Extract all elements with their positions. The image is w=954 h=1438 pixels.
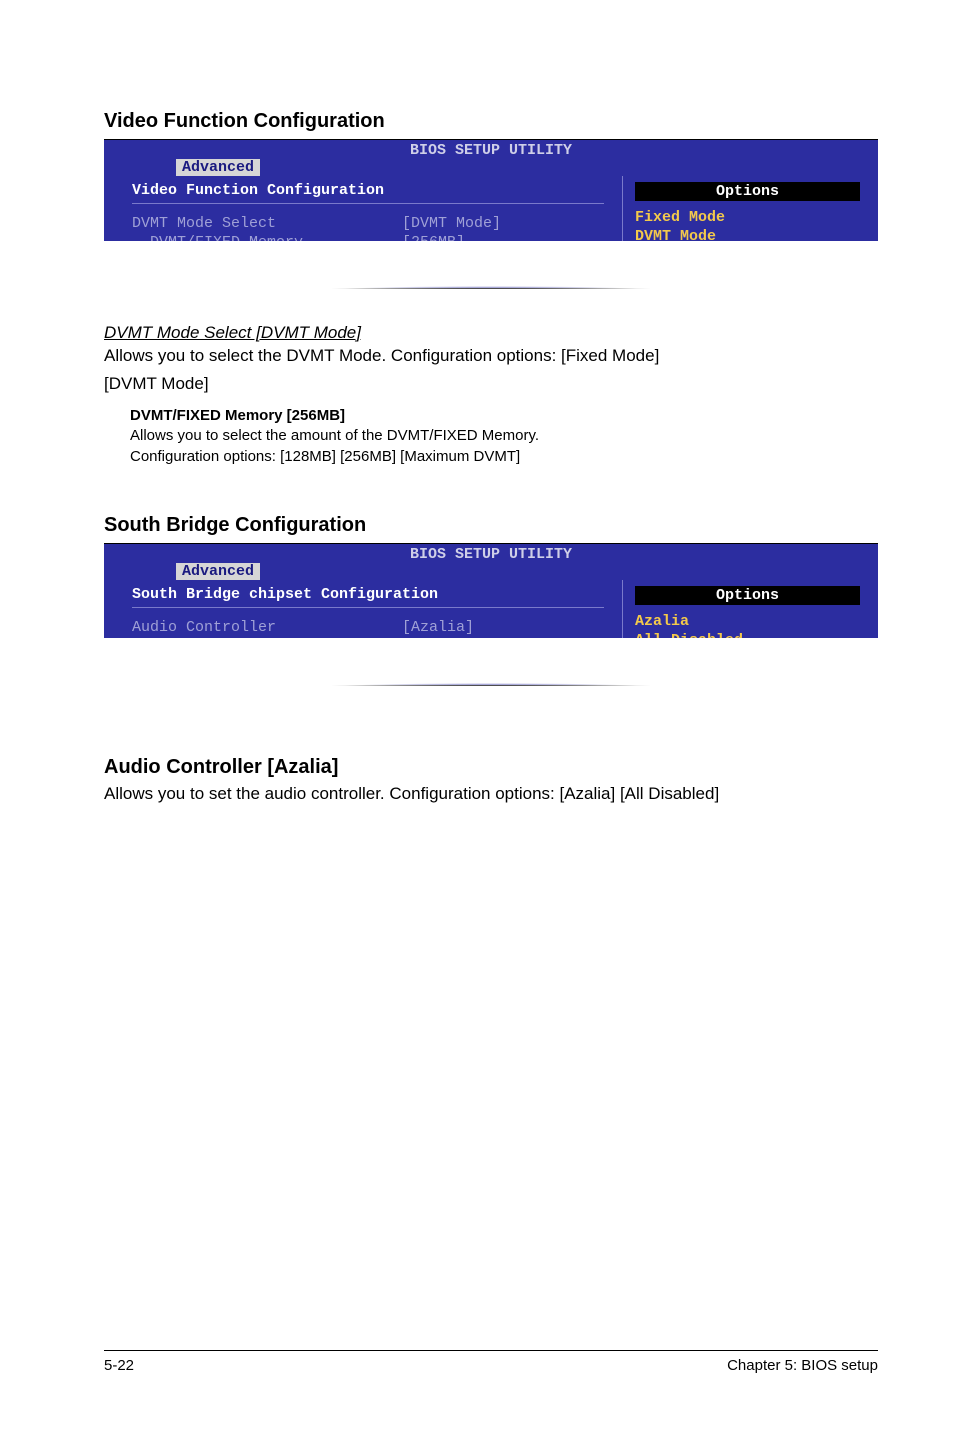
paragraph: Allows you to select the amount of the D… xyxy=(130,426,878,445)
bios-option: All Disabled xyxy=(635,632,860,649)
heading-south-bridge-configuration: South Bridge Configuration xyxy=(104,514,878,537)
page: Video Function Configuration BIOS SETUP … xyxy=(0,0,954,1438)
bios-body: Video Function Configuration DVMT Mode S… xyxy=(104,176,878,288)
bios-row: DVMT/FIXED Memory [256MB] xyxy=(132,233,604,252)
bios-row: Audio Controller [Azalia] xyxy=(132,618,604,637)
bios-row-value: [DVMT Mode] xyxy=(402,215,501,232)
page-footer: 5-22 Chapter 5: BIOS setup xyxy=(0,1350,954,1374)
spacer xyxy=(104,468,878,514)
spacer xyxy=(104,696,878,726)
footer-page-number: 5-22 xyxy=(104,1357,134,1374)
bios-rows: Audio Controller [Azalia] xyxy=(132,618,604,637)
bios-right-header: Options xyxy=(635,182,860,201)
bios-left-header: Video Function Configuration xyxy=(132,182,604,204)
paragraph: Allows you to select the DVMT Mode. Conf… xyxy=(104,345,878,367)
bios-tab-advanced: Advanced xyxy=(176,159,260,176)
bios-panel-video: BIOS SETUP UTILITY Advanced Video Functi… xyxy=(104,139,878,289)
footer-row: 5-22 Chapter 5: BIOS setup xyxy=(104,1357,878,1374)
paragraph: [DVMT Mode] xyxy=(104,373,878,395)
bios-row-value: [Azalia] xyxy=(402,619,474,636)
heading-audio-controller: Audio Controller [Azalia] xyxy=(104,756,878,779)
bios-tabs-row: Advanced xyxy=(104,159,878,176)
footer-chapter-title: Chapter 5: BIOS setup xyxy=(727,1357,878,1374)
bios-panel-video-inner: BIOS SETUP UTILITY Advanced Video Functi… xyxy=(104,140,878,288)
paragraph: Configuration options: [128MB] [256MB] [… xyxy=(130,447,878,466)
bios-title: BIOS SETUP UTILITY xyxy=(104,140,878,159)
subheading-dvmt-mode-select: DVMT Mode Select [DVMT Mode] xyxy=(104,323,878,343)
bios-row-label: DVMT Mode Select xyxy=(132,215,402,232)
bios-left-pane: South Bridge chipset Configuration Audio… xyxy=(114,580,622,651)
bios-row-label: DVMT/FIXED Memory xyxy=(132,234,402,251)
bios-panel-south-inner: BIOS SETUP UTILITY Advanced South Bridge… xyxy=(104,544,878,685)
bios-right-header: Options xyxy=(635,586,860,605)
bios-left-header: South Bridge chipset Configuration xyxy=(132,586,604,608)
bios-right-pane: Options Azalia All Disabled xyxy=(622,580,868,651)
bios-row-value: [256MB] xyxy=(402,234,465,251)
bios-option: DVMT Mode xyxy=(635,228,860,245)
bios-row: DVMT Mode Select [DVMT Mode] xyxy=(132,214,604,233)
bios-panel-south: BIOS SETUP UTILITY Advanced South Bridge… xyxy=(104,543,878,686)
bios-row-label: Audio Controller xyxy=(132,619,402,636)
bios-option: Fixed Mode xyxy=(635,209,860,226)
bios-right-pane: Options Fixed Mode DVMT Mode xyxy=(622,176,868,252)
bios-option: Azalia xyxy=(635,613,860,630)
paragraph: Allows you to set the audio controller. … xyxy=(104,783,878,805)
footer-divider xyxy=(104,1350,878,1351)
bios-body: South Bridge chipset Configuration Audio… xyxy=(104,580,878,685)
bios-tab-advanced: Advanced xyxy=(176,563,260,580)
bios-rows: DVMT Mode Select [DVMT Mode] DVMT/FIXED … xyxy=(132,214,604,252)
bios-left-pane: Video Function Configuration DVMT Mode S… xyxy=(114,176,622,252)
bios-tabs-row: Advanced xyxy=(104,563,878,580)
subheading-dvmt-fixed-memory: DVMT/FIXED Memory [256MB] xyxy=(130,407,878,424)
heading-video-function-configuration: Video Function Configuration xyxy=(104,110,878,133)
bios-title: BIOS SETUP UTILITY xyxy=(104,544,878,563)
